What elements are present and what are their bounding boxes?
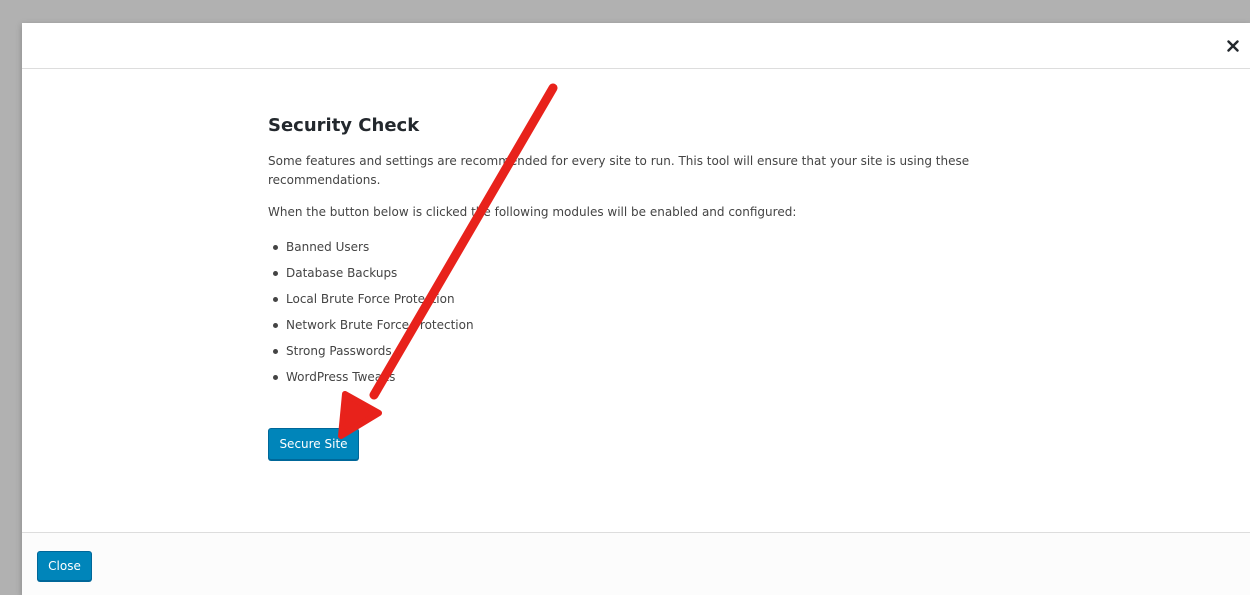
module-label: Database Backups [286,266,398,280]
bullet-icon [273,349,278,354]
module-label: Strong Passwords [286,344,392,358]
list-item: WordPress Tweaks [268,368,1008,387]
module-label: Local Brute Force Protection [286,292,455,306]
bullet-icon [273,297,278,302]
module-label: Banned Users [286,240,370,254]
list-item: Strong Passwords [268,342,1008,361]
module-label: Network Brute Force Protection [286,318,474,332]
security-check-modal: Security Check Some features and setting… [22,23,1250,595]
bullet-icon [273,271,278,276]
list-item: Local Brute Force Protection [268,290,1008,309]
modules-list: Banned Users Database Backups Local Brut… [268,238,1008,387]
page-title: Security Check [268,115,420,136]
bullet-icon [273,375,278,380]
list-item: Banned Users [268,238,1008,257]
list-item: Network Brute Force Protection [268,316,1008,335]
module-label: WordPress Tweaks [286,370,396,384]
list-item: Database Backups [268,264,1008,283]
modal-footer: Close [22,532,1250,595]
modal-header [22,23,1250,69]
bullet-icon [273,245,278,250]
bullet-icon [273,323,278,328]
close-icon[interactable] [1216,23,1250,68]
close-button[interactable]: Close [37,551,92,581]
security-check-content: Security Check Some features and setting… [268,114,1008,394]
secure-site-button[interactable]: Secure Site [268,428,359,460]
close-x-glyph [1227,39,1239,52]
modal-body: Security Check Some features and setting… [22,69,1250,532]
modules-intro-text: When the button below is clicked the fol… [268,205,797,219]
intro-text: Some features and settings are recommend… [268,154,970,187]
